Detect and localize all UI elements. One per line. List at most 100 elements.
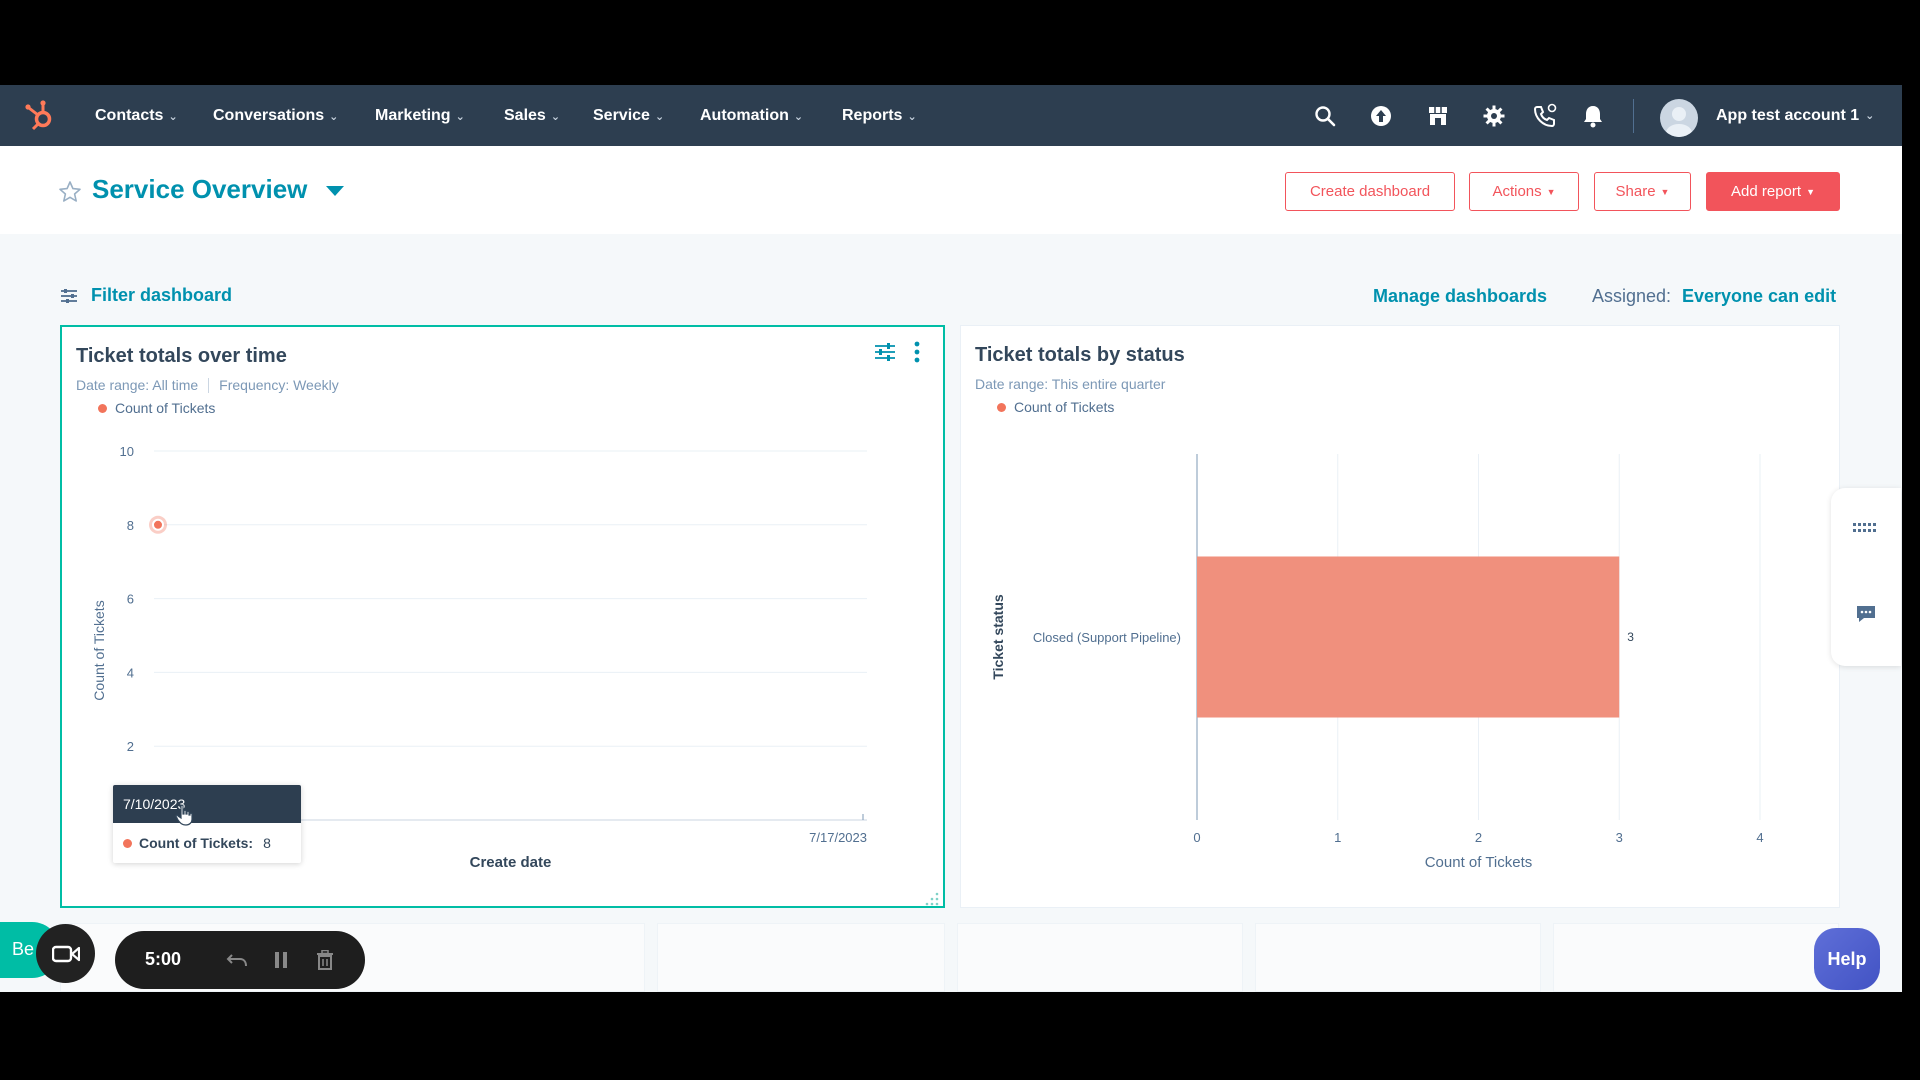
help-button[interactable]: Help (1814, 928, 1880, 990)
report-card-ticket-totals-over-time[interactable]: Ticket totals over time Date range: All … (60, 325, 945, 908)
nav-label: Sales (504, 106, 546, 124)
manage-dashboards-link[interactable]: Manage dashboards (1373, 286, 1547, 307)
chevron-down-icon: ⌄ (329, 111, 339, 123)
x-tick-label: 7/17/2023 (809, 830, 867, 845)
report-card-placeholder (957, 923, 1243, 992)
filter-sliders-icon[interactable] (60, 287, 78, 305)
gear-icon[interactable] (1481, 103, 1507, 129)
nav-item-reports[interactable]: Reports ⌄ (842, 85, 917, 146)
x-axis-title: Count of Tickets (1425, 854, 1533, 871)
nav-label: Automation (700, 106, 789, 124)
chevron-down-icon: ⌄ (168, 111, 178, 123)
hubspot-logo-icon[interactable] (22, 97, 58, 133)
bar (1197, 556, 1620, 718)
assigned-value-link[interactable]: Everyone can edit (1682, 286, 1836, 307)
right-sidebar-rail (1831, 488, 1901, 666)
camera-button[interactable] (36, 924, 95, 983)
caret-down-icon: ▼ (1546, 186, 1556, 197)
marketplace-icon[interactable] (1425, 103, 1451, 129)
caret-down-icon: ▼ (1806, 186, 1815, 197)
upgrade-icon[interactable] (1368, 103, 1394, 129)
account-menu[interactable]: App test account 1 ⌄ (1716, 85, 1874, 146)
trash-icon[interactable] (312, 947, 338, 973)
x-tick-label: 0 (1193, 830, 1200, 845)
app-frame: Contacts ⌄ Conversations ⌄ Marketing ⌄ Sale… (0, 85, 1902, 992)
chevron-down-icon: ⌄ (455, 111, 465, 123)
nav-item-sales[interactable]: Sales ⌄ (504, 85, 560, 146)
chevron-down-icon: ⌄ (793, 111, 804, 123)
chevron-down-icon: ⌄ (654, 111, 665, 123)
nav-label: Reports (842, 106, 903, 124)
nav-item-marketing[interactable]: Marketing ⌄ (375, 85, 465, 146)
search-icon[interactable] (1312, 103, 1338, 129)
nav-label: Service (593, 106, 650, 124)
page-title: Service Overview (92, 174, 308, 204)
x-axis-title: Create date (470, 854, 552, 871)
tooltip-value: 8 (263, 835, 271, 851)
report-card-placeholder (1553, 923, 1839, 992)
actions-button[interactable]: Actions ▼ (1469, 172, 1579, 211)
video-camera-icon (51, 945, 80, 962)
report-card-placeholder (1255, 923, 1541, 992)
chevron-down-icon: ⌄ (907, 111, 917, 123)
y-tick-label: 8 (127, 518, 134, 533)
top-navigation: Contacts ⌄ Conversations ⌄ Marketing ⌄ Sale… (0, 85, 1902, 146)
button-label: Create dashboard (1309, 183, 1431, 200)
add-report-button[interactable]: Add report ▼ (1706, 172, 1840, 211)
data-point (152, 518, 164, 531)
share-button[interactable]: Share ▼ (1594, 172, 1691, 211)
chevron-down-icon: ⌄ (1865, 110, 1875, 122)
y-tick-label: 10 (120, 444, 134, 459)
avatar[interactable] (1660, 99, 1698, 137)
data-label: 3 (1627, 630, 1634, 644)
nav-label: Marketing (375, 106, 451, 124)
nav-divider (1633, 99, 1634, 133)
resize-handle-icon[interactable] (915, 882, 941, 908)
x-tick-label: 4 (1756, 830, 1763, 845)
keyboard-icon[interactable] (1852, 514, 1880, 542)
x-tick-label: 1 (1334, 830, 1341, 845)
x-tick-label: 2 (1475, 830, 1482, 845)
filter-dashboard-link[interactable]: Filter dashboard (91, 285, 232, 306)
button-label: Add report (1731, 183, 1802, 200)
y-axis-title: Ticket status (990, 594, 1006, 680)
button-label: Actions (1492, 183, 1542, 200)
nav-item-conversations[interactable]: Conversations ⌄ (213, 85, 338, 146)
report-card-placeholder (657, 923, 945, 992)
chevron-down-icon: ⌄ (550, 111, 561, 123)
phone-icon[interactable] (1532, 103, 1558, 129)
caret-down-icon: ▼ (1660, 186, 1670, 197)
y-tick-label: 4 (127, 665, 134, 680)
x-tick-label: 3 (1616, 830, 1623, 845)
y-tick-label: 6 (127, 592, 134, 607)
hand-cursor-icon (175, 804, 193, 826)
nav-item-service[interactable]: Service ⌄ (593, 85, 664, 146)
recording-timer: 5:00 (145, 949, 182, 969)
bar-chart: 0 1 2 3 4 Count of Tickets Ticket status Closed… (990, 454, 1764, 871)
caret-down-icon[interactable] (326, 186, 344, 196)
account-name: App test account 1 (1716, 106, 1860, 124)
tooltip-label: Count of Tickets: (139, 835, 254, 851)
tooltip-body: Count of Tickets: 8 (113, 823, 301, 863)
category-label: Closed (Support Pipeline) (1033, 630, 1181, 645)
nav-item-contacts[interactable]: Contacts ⌄ (95, 85, 178, 146)
pause-icon[interactable] (268, 947, 294, 973)
recording-toolbar: 5:00 (115, 931, 365, 989)
nav-item-automation[interactable]: Automation ⌄ (700, 85, 803, 146)
y-axis-title: Count of Tickets (91, 600, 107, 700)
create-dashboard-button[interactable]: Create dashboard (1285, 172, 1455, 211)
chat-icon[interactable] (1852, 600, 1880, 628)
bell-icon[interactable] (1580, 103, 1606, 129)
tooltip-swatch (123, 838, 132, 848)
undo-icon[interactable] (224, 947, 250, 973)
nav-label: Contacts (95, 106, 164, 124)
star-icon[interactable] (58, 180, 82, 204)
nav-label: Conversations (213, 106, 325, 124)
assigned-label: Assigned: (1592, 286, 1672, 306)
report-card-ticket-totals-by-status[interactable]: Ticket totals by status Date range: This… (960, 325, 1840, 908)
chart-tooltip: 7/10/2023 Count of Tickets: 8 (113, 785, 301, 863)
y-tick-label: 2 (127, 739, 134, 754)
tooltip-date: 7/10/2023 (113, 785, 301, 823)
button-label: Share (1615, 183, 1656, 200)
dashboard-header: Service Overview Create dashboard Action… (0, 146, 1902, 234)
